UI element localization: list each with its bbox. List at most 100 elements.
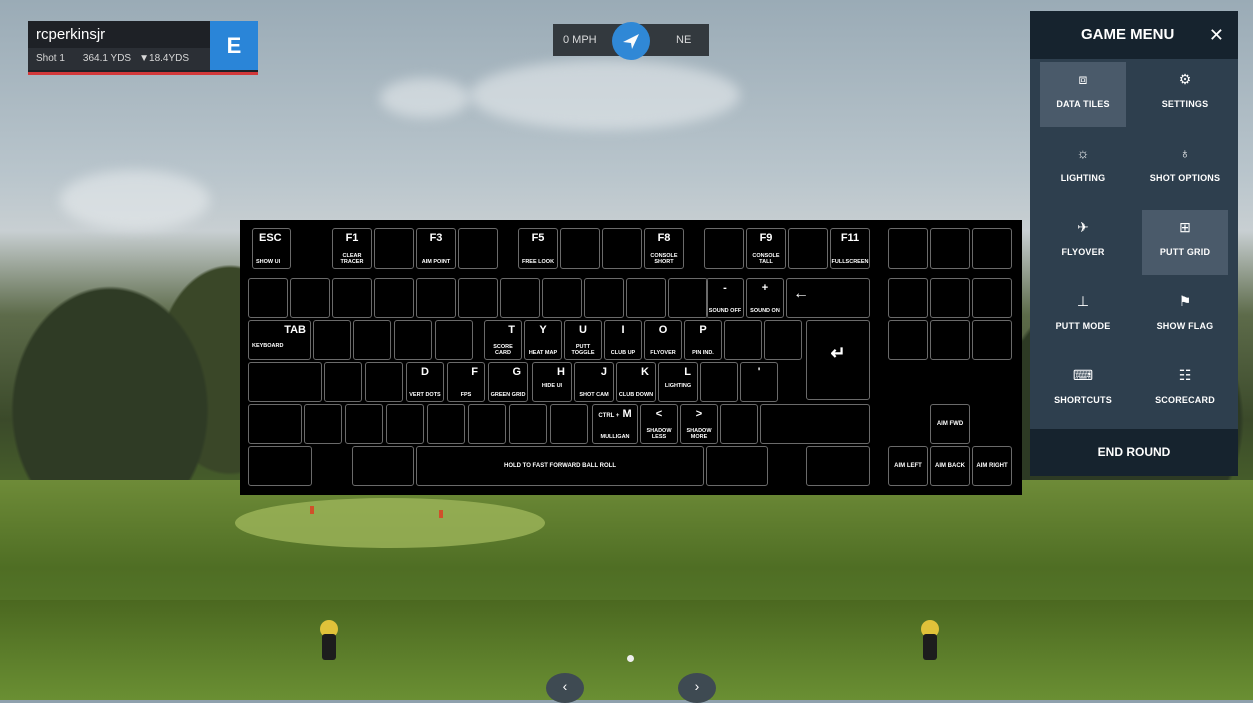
key-e[interactable] (394, 320, 432, 360)
key-f11[interactable]: F11 FULLSCREEN (830, 228, 870, 269)
key-scrlk[interactable] (930, 228, 970, 269)
key-k[interactable]: K CLUB DOWN (616, 362, 656, 402)
key-minus[interactable]: - SOUND OFF (706, 278, 744, 318)
player-card: rcperkinsjr Shot 1 364.1 YDS ▼18.4YDS E (28, 21, 258, 75)
key-lalt[interactable] (352, 446, 414, 486)
key-lctrl[interactable] (248, 446, 312, 486)
key-arrow-left[interactable]: AIM LEFT (888, 446, 928, 486)
key-arrow-right[interactable]: AIM RIGHT (972, 446, 1012, 486)
prev-arrow-button[interactable]: ‹ (546, 673, 584, 703)
key-2[interactable] (332, 278, 372, 318)
menu-tile-lighting[interactable]: ☼ LIGHTING (1040, 136, 1126, 201)
key-esc[interactable]: ESC SHOW UI (252, 228, 291, 269)
menu-tile-scorecard[interactable]: ☷ SCORECARD (1142, 358, 1228, 423)
key-arrow-up[interactable]: AIM FWD (930, 404, 970, 444)
key-h[interactable]: H HIDE UI (532, 362, 572, 402)
key-backtick[interactable] (248, 278, 288, 318)
key-f8[interactable]: F8 CONSOLE SHORT (644, 228, 684, 269)
next-arrow-button[interactable]: › (678, 673, 716, 703)
key-plus[interactable]: + SOUND ON (746, 278, 784, 318)
key-n[interactable] (509, 404, 547, 444)
menu-tile-flyover[interactable]: ✈ FLYOVER (1040, 210, 1126, 275)
key-j[interactable]: J SHOT CAM (574, 362, 614, 402)
key-ralt[interactable] (706, 446, 768, 486)
menu-tile-show-flag[interactable]: ⚑ SHOW FLAG (1142, 284, 1228, 349)
key-period[interactable]: > SHADOW MORE (680, 404, 718, 444)
key-f6[interactable] (560, 228, 600, 269)
key-q[interactable] (313, 320, 351, 360)
key-m[interactable]: CTRL + M MULLIGAN (592, 404, 638, 444)
menu-tile-shortcuts[interactable]: ⌨ SHORTCUTS (1040, 358, 1126, 423)
key-a[interactable] (324, 362, 362, 402)
key-7[interactable] (542, 278, 582, 318)
key-6[interactable] (500, 278, 540, 318)
key-5[interactable] (458, 278, 498, 318)
key-f2[interactable] (374, 228, 414, 269)
key-insert[interactable] (888, 278, 928, 318)
key-r[interactable] (435, 320, 473, 360)
key-pgup[interactable] (972, 278, 1012, 318)
key-d[interactable]: D VERT DOTS (406, 362, 444, 402)
key-3[interactable] (374, 278, 414, 318)
key-f7[interactable] (602, 228, 642, 269)
key-arrow-down[interactable]: AIM BACK (930, 446, 970, 486)
menu-tile-putt-grid[interactable]: ⊞ PUTT GRID (1142, 210, 1228, 275)
key-enter[interactable]: ↵ (806, 320, 870, 400)
key-b2[interactable] (550, 404, 588, 444)
key-s[interactable] (365, 362, 403, 402)
key-u[interactable]: U PUTT TOGGLE (564, 320, 602, 360)
key-z[interactable] (304, 404, 342, 444)
key-i[interactable]: I CLUB UP (604, 320, 642, 360)
key-9[interactable] (626, 278, 666, 318)
key-comma[interactable]: < SHADOW LESS (640, 404, 678, 444)
key-f[interactable]: F FPS (447, 362, 485, 402)
key-quote[interactable]: ' (740, 362, 778, 402)
key-b[interactable] (468, 404, 506, 444)
key-delete[interactable] (888, 320, 928, 360)
key-slash[interactable] (720, 404, 758, 444)
key-home[interactable] (930, 278, 970, 318)
key-lbracket[interactable] (724, 320, 762, 360)
key-semicolon[interactable] (700, 362, 738, 402)
key-4[interactable] (416, 278, 456, 318)
menu-tile-settings[interactable]: ⚙ SETTINGS (1142, 62, 1228, 127)
key-c[interactable] (386, 404, 424, 444)
key-f1[interactable]: F1 CLEAR TRACER (332, 228, 372, 269)
key-8[interactable] (584, 278, 624, 318)
key-rbracket[interactable] (764, 320, 802, 360)
key-g[interactable]: G GREEN GRID (488, 362, 528, 402)
key-end[interactable] (930, 320, 970, 360)
key-v[interactable] (427, 404, 465, 444)
key-rctrl[interactable] (806, 446, 870, 486)
close-icon[interactable]: ✕ (1209, 11, 1224, 59)
key-pgdn[interactable] (972, 320, 1012, 360)
key-t[interactable]: T SCORE CARD (484, 320, 522, 360)
key-backspace[interactable]: ← (786, 278, 870, 318)
key-space[interactable]: HOLD TO FAST FORWARD BALL ROLL (416, 446, 704, 486)
key-l[interactable]: L LIGHTING (658, 362, 698, 402)
end-round-button[interactable]: END ROUND (1030, 429, 1238, 476)
key-o[interactable]: O FLYOVER (644, 320, 682, 360)
menu-tile-putt-mode[interactable]: ⊥ PUTT MODE (1040, 284, 1126, 349)
key-f5[interactable]: F5 FREE LOOK (518, 228, 558, 269)
key-pause[interactable] (972, 228, 1012, 269)
key-tab[interactable]: TAB KEYBOARD (248, 320, 311, 360)
key-lshift[interactable] (248, 404, 302, 444)
key-prtsc[interactable] (888, 228, 928, 269)
key-rshift[interactable] (760, 404, 870, 444)
key-f3[interactable]: F3 AIM POINT (416, 228, 456, 269)
key-0[interactable] (668, 278, 708, 318)
tee-marker-right (921, 620, 939, 660)
key-w[interactable] (353, 320, 391, 360)
key-f8b[interactable] (704, 228, 744, 269)
key-x[interactable] (345, 404, 383, 444)
key-1[interactable] (290, 278, 330, 318)
key-f9[interactable]: F9 CONSOLE TALL (746, 228, 786, 269)
key-p[interactable]: P PIN IND. (684, 320, 722, 360)
menu-tile-shot-options[interactable]: ♁ SHOT OPTIONS (1142, 136, 1228, 201)
menu-tile-data-tiles[interactable]: ⧈ DATA TILES (1040, 62, 1126, 127)
key-f4[interactable] (458, 228, 498, 269)
key-y[interactable]: Y HEAT MAP (524, 320, 562, 360)
key-capslock[interactable] (248, 362, 322, 402)
key-f10[interactable] (788, 228, 828, 269)
